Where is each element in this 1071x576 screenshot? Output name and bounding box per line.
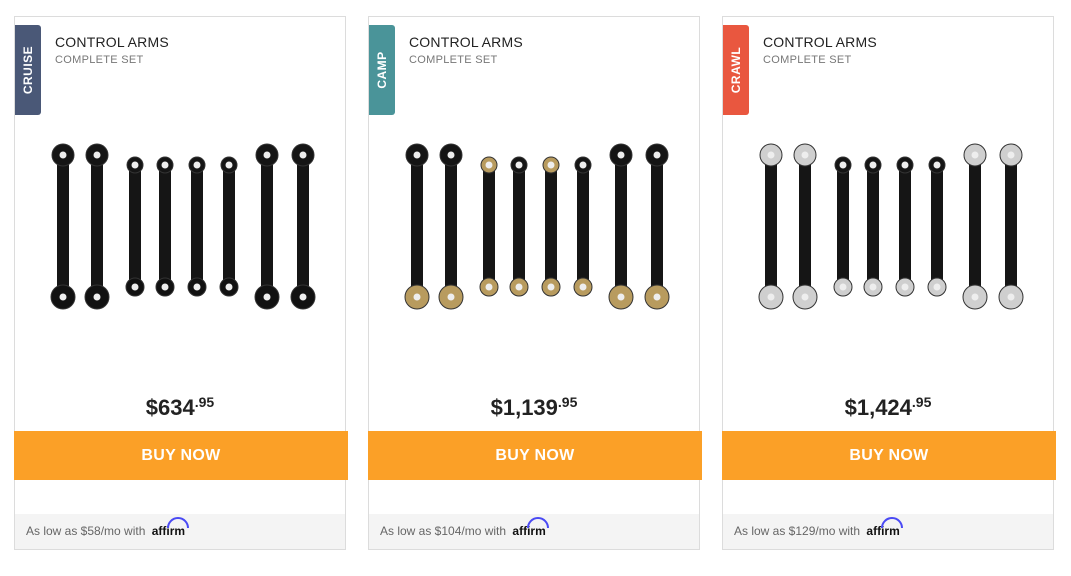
product-title[interactable]: CONTROL ARMS	[409, 34, 523, 50]
control-arms-image[interactable]	[35, 137, 327, 317]
control-arm	[758, 143, 784, 310]
control-arm	[608, 143, 634, 310]
control-arm	[219, 156, 239, 297]
control-arm	[792, 143, 818, 310]
price-cents: .95	[194, 394, 215, 410]
control-arm	[187, 156, 207, 297]
control-arm	[479, 156, 499, 297]
control-arm	[254, 143, 280, 310]
control-arm	[50, 143, 76, 310]
control-arm	[290, 143, 316, 310]
financing-text: As low as $104/mo with	[380, 524, 507, 538]
tier-tag-label: CRUISE	[21, 45, 35, 95]
price-dollars: $634	[145, 395, 195, 420]
buy-now-button[interactable]: BUY NOW	[722, 431, 1056, 480]
financing-text: As low as $58/mo with	[26, 524, 146, 538]
financing-bar: As low as $104/mo with affirm	[369, 514, 699, 549]
tier-tag: CAMP	[369, 25, 395, 115]
control-arm	[895, 156, 915, 297]
tier-tag-label: CRAWL	[729, 46, 743, 94]
affirm-arc-icon	[166, 517, 189, 529]
tier-tag: CRAWL	[723, 25, 749, 115]
control-arm	[509, 156, 529, 297]
control-arm	[84, 143, 110, 310]
control-arm	[644, 143, 670, 310]
product-card-cruise: CRUISE CONTROL ARMS COMPLETE SET $634.95…	[14, 16, 348, 550]
product-subtitle: COMPLETE SET	[763, 54, 852, 66]
affirm-logo[interactable]: affirm	[152, 517, 189, 538]
tier-tag: CRUISE	[15, 25, 41, 115]
control-arms-image[interactable]	[389, 137, 681, 317]
control-arm	[125, 156, 145, 297]
buy-now-button[interactable]: BUY NOW	[14, 431, 348, 480]
control-arm	[573, 156, 593, 297]
product-price: $1,424.95	[723, 394, 1053, 421]
control-arm	[833, 156, 853, 297]
control-arm	[927, 156, 947, 297]
product-price: $634.95	[15, 394, 345, 421]
product-price: $1,139.95	[369, 394, 699, 421]
affirm-arc-icon	[881, 517, 904, 529]
control-arm	[863, 156, 883, 297]
control-arms-image[interactable]	[743, 137, 1035, 317]
control-arm	[404, 143, 430, 310]
affirm-arc-icon	[527, 517, 550, 529]
financing-text: As low as $129/mo with	[734, 524, 861, 538]
affirm-logo[interactable]: affirm	[866, 517, 904, 538]
product-title[interactable]: CONTROL ARMS	[763, 34, 877, 50]
product-subtitle: COMPLETE SET	[55, 54, 144, 66]
product-card-camp: CAMP CONTROL ARMS COMPLETE SET $1,139.95…	[368, 16, 702, 550]
financing-bar: As low as $58/mo with affirm	[15, 514, 345, 549]
financing-bar: As low as $129/mo with affirm	[723, 514, 1053, 549]
price-cents: .95	[557, 394, 578, 410]
product-subtitle: COMPLETE SET	[409, 54, 498, 66]
price-dollars: $1,139	[490, 395, 558, 420]
control-arm	[541, 156, 561, 297]
control-arm	[155, 156, 175, 297]
product-card-crawl: CRAWL CONTROL ARMS COMPLETE SET $1,424.9…	[722, 16, 1056, 550]
price-dollars: $1,424	[844, 395, 912, 420]
buy-now-button[interactable]: BUY NOW	[368, 431, 702, 480]
tier-tag-label: CAMP	[375, 51, 389, 89]
affirm-logo[interactable]: affirm	[512, 517, 550, 538]
control-arm	[998, 143, 1024, 310]
control-arm	[962, 143, 988, 310]
control-arm	[438, 143, 464, 310]
price-cents: .95	[911, 394, 932, 410]
product-title[interactable]: CONTROL ARMS	[55, 34, 169, 50]
